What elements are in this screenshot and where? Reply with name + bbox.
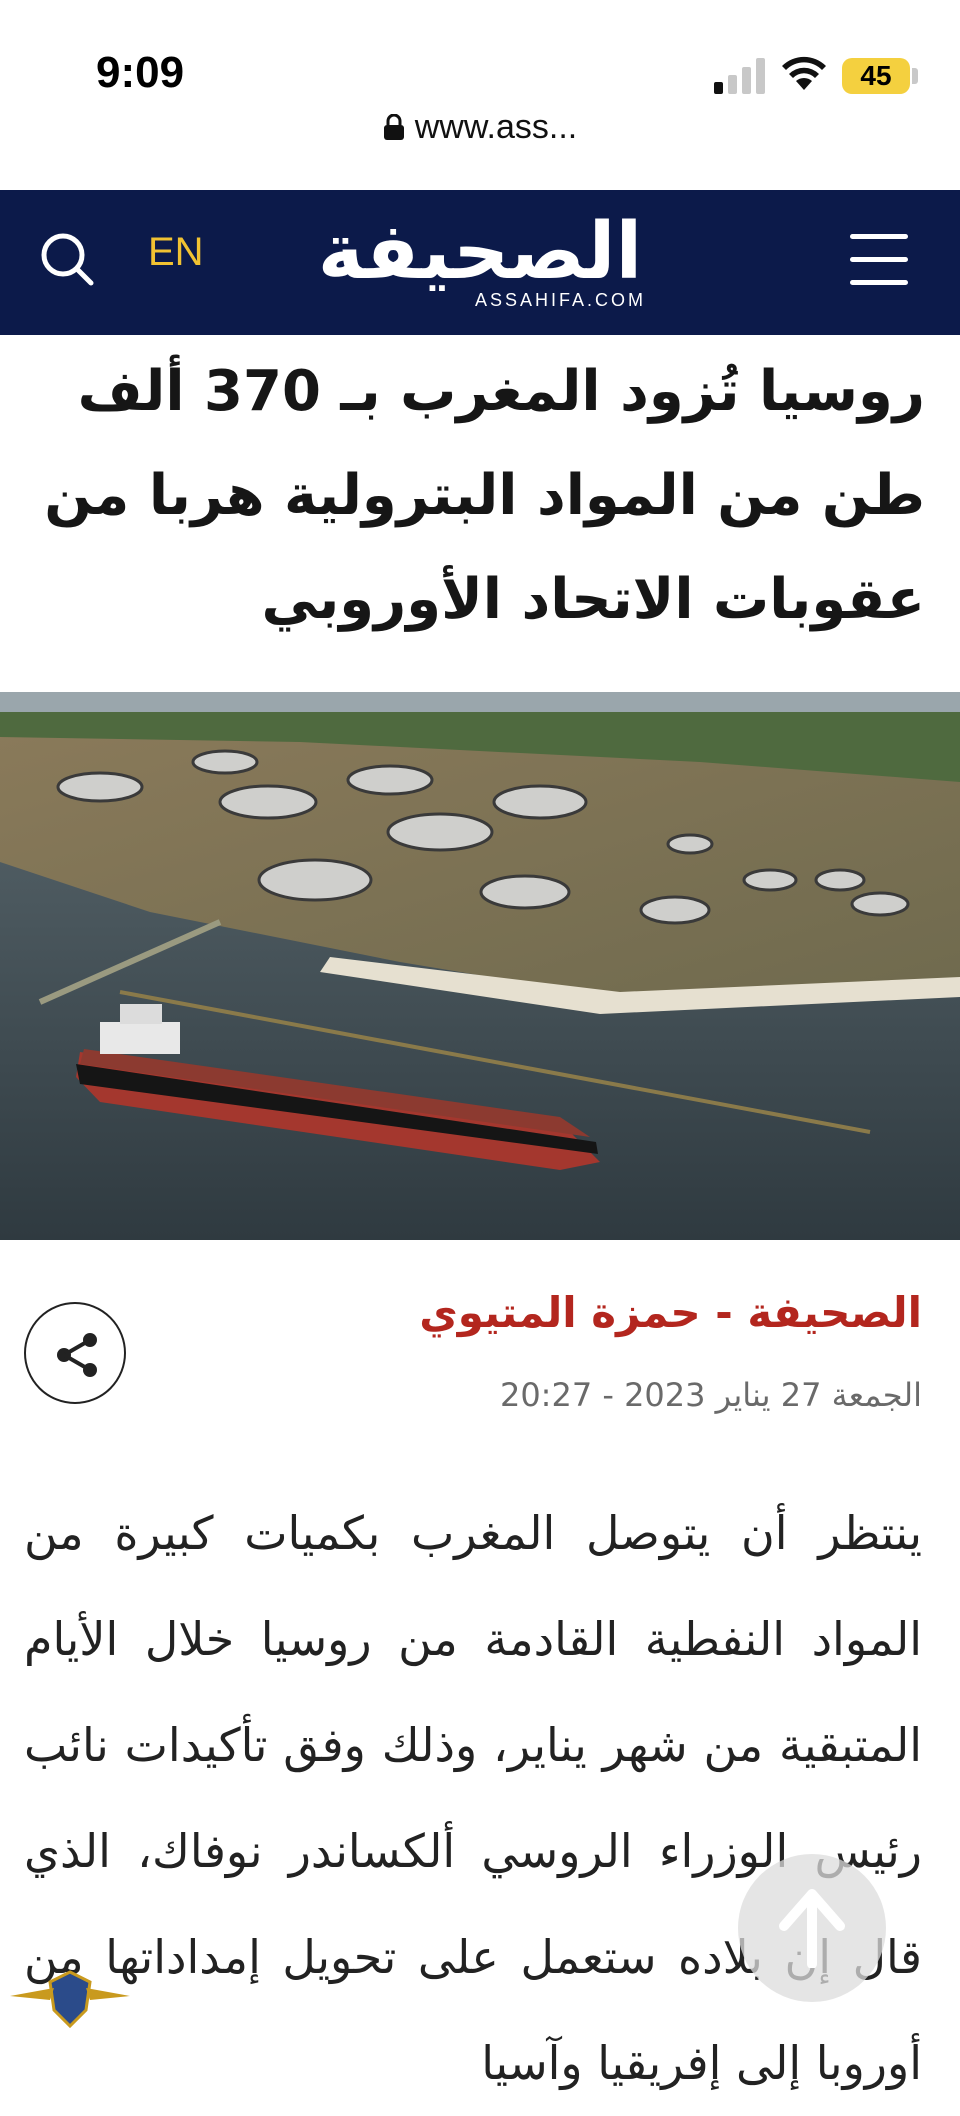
logo-arabic: الصحيفة — [317, 207, 644, 297]
share-icon — [57, 1333, 97, 1377]
site-header: EN الصحيفة ASSAHIFA.COM — [0, 190, 960, 335]
article-hero-image — [0, 692, 960, 1240]
hamburger-menu-icon[interactable] — [850, 234, 910, 290]
battery-indicator: 45 — [842, 58, 910, 94]
wifi-icon — [782, 56, 826, 90]
site-logo[interactable]: الصحيفة ASSAHIFA.COM — [300, 208, 660, 323]
lock-icon — [383, 114, 404, 140]
url-text: www.ass... — [414, 108, 578, 146]
article-title: روسيا تُزود المغرب بـ 370 ألف طن من المو… — [44, 359, 925, 632]
article-date: الجمعة 27 يناير 2023 - 20:27 — [499, 1376, 922, 1414]
status-bar: 9:09 45 www.ass... — [0, 0, 960, 190]
scroll-to-top-button[interactable] — [738, 1854, 886, 2002]
address-bar[interactable]: www.ass... — [0, 108, 960, 147]
battery-level: 45 — [860, 60, 892, 91]
language-toggle[interactable]: EN — [148, 230, 204, 275]
article-body: ينتظر أن يتوصل المغرب بكميات كبيرة من ال… — [24, 1506, 922, 2090]
cellular-signal-icon — [714, 58, 765, 94]
forum-watermark-logo — [4, 1966, 136, 2076]
menu-line — [850, 280, 908, 285]
menu-line — [850, 234, 908, 239]
search-icon[interactable] — [36, 228, 98, 290]
status-time: 9:09 — [96, 48, 185, 97]
arrow-up-icon — [779, 1889, 845, 1968]
article-byline[interactable]: الصحيفة - حمزة المتيوي — [180, 1288, 922, 1337]
battery-tip — [912, 68, 918, 84]
share-button[interactable] — [24, 1302, 126, 1404]
menu-line — [850, 257, 908, 262]
